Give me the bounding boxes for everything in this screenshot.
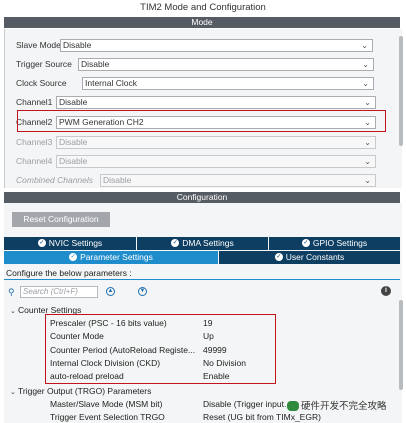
chevron-down-icon: ⌄ [364, 156, 371, 166]
mode-section-header: Mode [4, 17, 400, 28]
slave-mode-select[interactable]: Disable ⌄ [60, 38, 373, 52]
divider [4, 279, 400, 280]
clock-source-select[interactable]: Internal Clock ⌄ [82, 76, 374, 90]
check-circle-icon: ✓ [37, 238, 46, 247]
configuration-section-header: Configuration [4, 192, 400, 203]
channel4-select[interactable]: Disable ⌄ [56, 154, 376, 168]
channel1-row: Channel1 Disable ⌄ [16, 95, 376, 109]
slave-mode-label: Slave Mode [16, 40, 61, 50]
window-title: TIM2 Mode and Configuration [0, 0, 406, 16]
channel1-label: Channel1 [16, 97, 53, 107]
tab-user-constants[interactable]: ✓ User Constants [219, 251, 400, 264]
channel3-select[interactable]: Disable ⌄ [56, 135, 376, 149]
chevron-down-icon: ⌄ [364, 175, 371, 185]
chevron-down-icon: ⌄ [362, 78, 369, 88]
clock-source-row: Clock Source Internal Clock ⌄ [16, 76, 374, 90]
tab-nvic-settings[interactable]: ✓ NVIC Settings [4, 237, 136, 250]
trigger-source-row: Trigger Source Disable ⌄ [16, 57, 374, 71]
channel1-select[interactable]: Disable ⌄ [56, 95, 376, 109]
channel4-row: Channel4 Disable ⌄ [16, 154, 376, 168]
clock-source-label: Clock Source [16, 78, 67, 88]
reset-configuration-button[interactable]: Reset Configuration [12, 212, 110, 227]
slave-mode-row: Slave Mode Disable ⌄ [16, 38, 373, 52]
search-input[interactable]: Search (Ctrl+F) [20, 286, 98, 298]
combined-channels-select[interactable]: Disable ⌄ [100, 173, 376, 187]
tab-gpio-settings[interactable]: ✓ GPIO Settings [269, 237, 400, 250]
collapse-icon[interactable]: ⌄ [10, 387, 18, 399]
search-row: ⚲ Search (Ctrl+F) [8, 285, 98, 299]
tab-dma-settings[interactable]: ✓ DMA Settings [137, 237, 268, 250]
channel4-label: Channel4 [16, 156, 53, 166]
trigger-source-label: Trigger Source [16, 59, 72, 69]
expand-all-icon[interactable]: ▲ [106, 287, 115, 296]
configure-hint: Configure the below parameters : [6, 268, 132, 278]
collapse-all-icon[interactable]: ▼ [138, 287, 147, 296]
chevron-down-icon: ⌄ [361, 40, 368, 50]
combined-channels-label: Combined Channels [16, 175, 94, 185]
channel3-row: Channel3 Disable ⌄ [16, 135, 376, 149]
chevron-down-icon: ⌄ [364, 97, 371, 107]
counter-settings-highlight [45, 314, 276, 384]
collapse-icon[interactable]: ⌄ [10, 306, 18, 318]
check-circle-icon: ✓ [69, 252, 78, 261]
combined-channels-row: Combined Channels Disable ⌄ [16, 173, 376, 187]
check-circle-icon: ✓ [274, 252, 283, 261]
channel2-highlight [17, 110, 386, 132]
chevron-down-icon: ⌄ [364, 137, 371, 147]
check-circle-icon: ✓ [171, 238, 180, 247]
info-icon[interactable]: i [381, 286, 391, 296]
channel3-label: Channel3 [16, 137, 53, 147]
trgo-parameters-group[interactable]: ⌄ Trigger Output (TRGO) Parameters [10, 385, 151, 397]
chevron-down-icon: ⌄ [362, 59, 369, 69]
tab-parameter-settings[interactable]: ✓ Parameter Settings [4, 251, 218, 264]
mode-scrollbar[interactable] [399, 36, 403, 146]
wechat-icon [287, 401, 299, 412]
trigger-source-select[interactable]: Disable ⌄ [78, 57, 374, 71]
check-circle-icon: ✓ [301, 238, 310, 247]
parameters-scrollbar[interactable] [399, 300, 403, 390]
watermark: 硬件开发不完全攻略 [287, 398, 387, 412]
search-icon: ⚲ [8, 287, 15, 297]
